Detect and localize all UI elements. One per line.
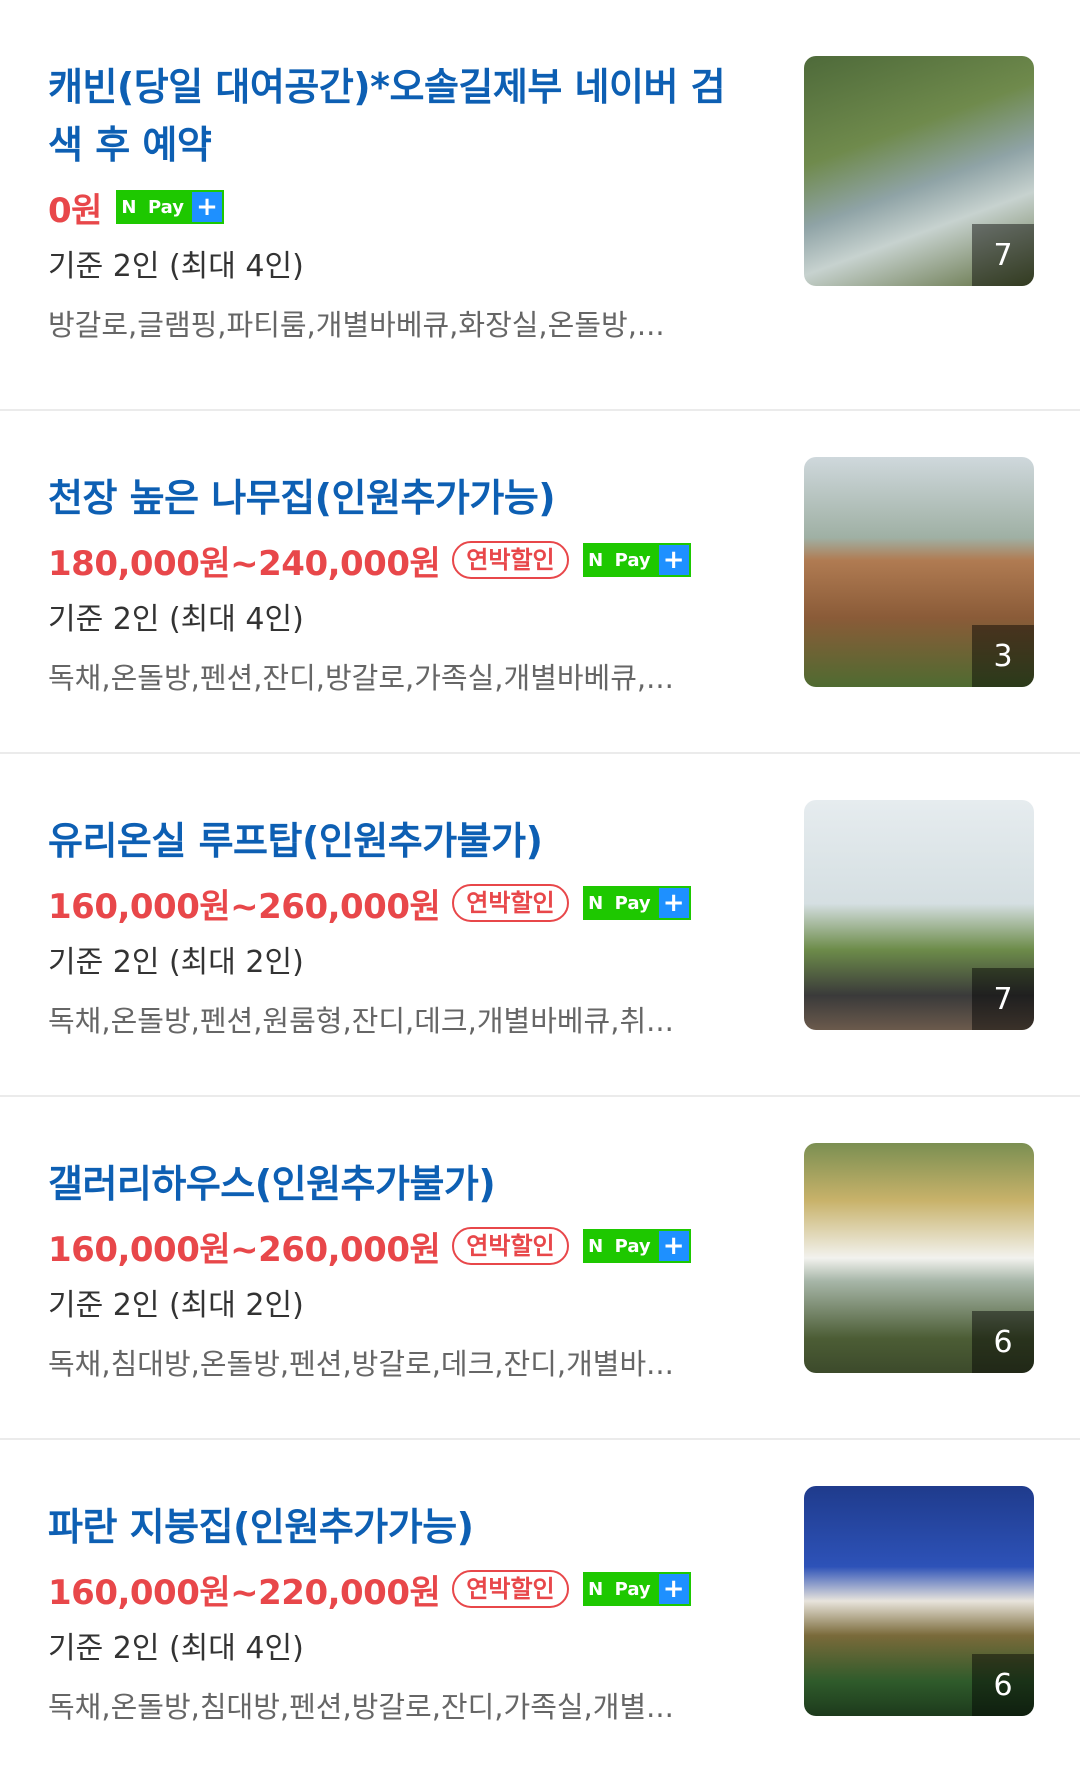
sale-badge: 연박할인: [452, 541, 569, 579]
listing-thumbnail[interactable]: 7: [804, 800, 1034, 1030]
npay-n-icon: N: [584, 1231, 607, 1261]
plus-icon: +: [658, 888, 689, 918]
npay-plus-badge: N Pay +: [115, 190, 224, 224]
npay-plus-badge: N Pay +: [582, 1572, 691, 1606]
listing-tags: 독채,온돌방,펜션,잔디,방갈로,가족실,개별바베큐,...: [48, 661, 674, 695]
listing-title[interactable]: 갤러리하우스(인원추가불가): [48, 1155, 758, 1213]
listing-thumbnail[interactable]: 3: [804, 457, 1034, 687]
plus-icon: +: [191, 192, 222, 222]
listing-capacity: 기준 2인 (최대 4인): [48, 249, 304, 284]
listing-item[interactable]: 파란 지붕집(인원추가가능) 160,000원~220,000원 연박할인 N …: [0, 1440, 1080, 1783]
npay-plus-badge: N Pay +: [582, 543, 691, 577]
plus-icon: +: [658, 1574, 689, 1604]
listing-tags: 방갈로,글램핑,파티룸,개별바베큐,화장실,온돌방,...: [48, 308, 665, 342]
listing-capacity: 기준 2인 (최대 4인): [48, 602, 304, 637]
listing-info: 천장 높은 나무집(인원추가가능) 180,000원~240,000원 연박할인…: [48, 469, 758, 707]
photo-count: 6: [972, 1654, 1034, 1716]
sale-badge: 연박할인: [452, 1570, 569, 1608]
listing-price: 160,000원~220,000원: [48, 1572, 441, 1613]
npay-plus-badge: N Pay +: [582, 1229, 691, 1263]
npay-label: Pay: [606, 545, 659, 575]
listing-item[interactable]: 유리온실 루프탑(인원추가불가) 160,000원~260,000원 연박할인 …: [0, 754, 1080, 1097]
listing-list: 캐빈(당일 대여공간)*오솔길제부 네이버 검색 후 예약 0원 N Pay +…: [0, 0, 1080, 1783]
listing-capacity: 기준 2인 (최대 2인): [48, 945, 304, 980]
npay-n-icon: N: [584, 545, 607, 575]
listing-title[interactable]: 캐빈(당일 대여공간)*오솔길제부 네이버 검색 후 예약: [48, 58, 758, 174]
npay-label: Pay: [139, 192, 192, 222]
price-row: 160,000원~260,000원 연박할인 N Pay +: [48, 874, 758, 932]
listing-info: 갤러리하우스(인원추가불가) 160,000원~260,000원 연박할인 N …: [48, 1155, 758, 1393]
listing-thumbnail[interactable]: 6: [804, 1143, 1034, 1373]
plus-icon: +: [658, 545, 689, 575]
npay-n-icon: N: [584, 1574, 607, 1604]
npay-label: Pay: [606, 1231, 659, 1261]
price-row: 160,000원~220,000원 연박할인 N Pay +: [48, 1560, 758, 1618]
npay-label: Pay: [606, 1574, 659, 1604]
listing-thumbnail[interactable]: 6: [804, 1486, 1034, 1716]
npay-plus-badge: N Pay +: [582, 886, 691, 920]
photo-count: 7: [972, 224, 1034, 286]
listing-info: 캐빈(당일 대여공간)*오솔길제부 네이버 검색 후 예약 0원 N Pay +…: [48, 58, 758, 354]
sale-badge: 연박할인: [452, 1227, 569, 1265]
npay-n-icon: N: [584, 888, 607, 918]
photo-count: 7: [972, 968, 1034, 1030]
listing-title[interactable]: 유리온실 루프탑(인원추가불가): [48, 812, 758, 870]
npay-label: Pay: [606, 888, 659, 918]
npay-n-icon: N: [117, 192, 140, 222]
listing-capacity: 기준 2인 (최대 2인): [48, 1288, 304, 1323]
photo-count: 6: [972, 1311, 1034, 1373]
listing-tags: 독채,온돌방,침대방,펜션,방갈로,잔디,가족실,개별...: [48, 1690, 674, 1724]
sale-badge: 연박할인: [452, 884, 569, 922]
listing-title[interactable]: 천장 높은 나무집(인원추가가능): [48, 469, 758, 527]
listing-item[interactable]: 천장 높은 나무집(인원추가가능) 180,000원~240,000원 연박할인…: [0, 411, 1080, 754]
listing-title[interactable]: 파란 지붕집(인원추가가능): [48, 1498, 758, 1556]
price-row: 160,000원~260,000원 연박할인 N Pay +: [48, 1217, 758, 1275]
listing-price: 0원: [48, 190, 102, 231]
listing-price: 180,000원~240,000원: [48, 543, 441, 584]
listing-info: 파란 지붕집(인원추가가능) 160,000원~220,000원 연박할인 N …: [48, 1498, 758, 1736]
listing-thumbnail[interactable]: 7: [804, 56, 1034, 286]
price-row: 180,000원~240,000원 연박할인 N Pay +: [48, 531, 758, 589]
listing-item[interactable]: 갤러리하우스(인원추가불가) 160,000원~260,000원 연박할인 N …: [0, 1097, 1080, 1440]
listing-price: 160,000원~260,000원: [48, 1229, 441, 1270]
listing-info: 유리온실 루프탑(인원추가불가) 160,000원~260,000원 연박할인 …: [48, 812, 758, 1050]
listing-tags: 독채,온돌방,펜션,원룸형,잔디,데크,개별바베큐,취...: [48, 1004, 674, 1038]
plus-icon: +: [658, 1231, 689, 1261]
photo-count: 3: [972, 625, 1034, 687]
listing-tags: 독채,침대방,온돌방,펜션,방갈로,데크,잔디,개별바...: [48, 1347, 674, 1381]
listing-price: 160,000원~260,000원: [48, 886, 441, 927]
price-row: 0원 N Pay +: [48, 178, 758, 236]
listing-item[interactable]: 캐빈(당일 대여공간)*오솔길제부 네이버 검색 후 예약 0원 N Pay +…: [0, 0, 1080, 411]
listing-capacity: 기준 2인 (최대 4인): [48, 1631, 304, 1666]
